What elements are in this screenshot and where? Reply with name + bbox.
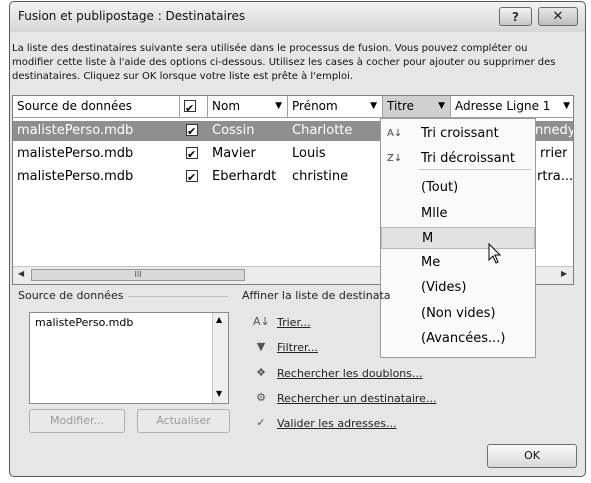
filter-icon: ▼ — [256, 340, 266, 353]
cell-source: malistePerso.mdb — [17, 169, 134, 184]
dialog-title: Fusion et publipostage : Destinataires — [18, 9, 246, 23]
select-all-checkbox[interactable] — [184, 98, 196, 119]
sort-link[interactable]: Trier... — [277, 316, 310, 329]
cell-prenom: Louis — [292, 146, 326, 161]
refresh-button[interactable]: Actualiser — [137, 409, 230, 433]
find-duplicates-link[interactable]: Rechercher les doublons... — [277, 367, 423, 380]
chevron-down-icon[interactable]: ▼ — [370, 96, 377, 117]
menu-item-filter[interactable]: (Tout) — [381, 177, 535, 199]
column-header-prenom[interactable]: Prénom ▼ — [288, 96, 383, 118]
help-button[interactable]: ? — [499, 7, 532, 26]
scroll-up-icon[interactable]: ▲ — [216, 315, 222, 324]
column-header-label: Nom — [212, 99, 241, 113]
validate-addresses-icon: ✓ — [256, 416, 266, 429]
menu-item-filter[interactable]: (Non vides) — [381, 303, 535, 325]
row-checkbox[interactable] — [186, 168, 198, 187]
menu-item-filter[interactable]: (Vides) — [381, 277, 535, 299]
column-header-nom[interactable]: Nom ▼ — [208, 96, 288, 118]
scroll-left-icon[interactable]: ◀ — [18, 269, 24, 278]
sort-ascending-icon: A↓ — [387, 128, 403, 139]
column-header-source[interactable]: Source de données — [13, 96, 180, 118]
cell-adresse: rrier — [540, 146, 568, 161]
filter-link[interactable]: Filtrer... — [277, 341, 318, 354]
row-checkbox[interactable] — [186, 145, 198, 164]
list-item[interactable]: malistePerso.mdb — [35, 316, 133, 329]
sort-icon: A↓ — [253, 315, 270, 328]
column-header-select-all[interactable] — [180, 96, 208, 119]
menu-item-filter[interactable]: Me — [381, 252, 535, 274]
sort-descending-icon: Z↓ — [387, 153, 403, 164]
menu-item-sort-desc[interactable]: Z↓ Tri décroissant — [381, 148, 535, 170]
column-header-label: Adresse Ligne 1 — [455, 99, 551, 113]
mouse-pointer-icon — [488, 243, 502, 264]
column-header-label: Prénom — [292, 99, 338, 113]
menu-item-filter[interactable]: (Avancées...) — [381, 328, 535, 350]
menu-item-filter[interactable]: Mlle — [381, 203, 535, 225]
column-header-adresse[interactable]: Adresse Ligne 1 ▼ — [451, 96, 573, 118]
menu-separator — [419, 169, 531, 170]
column-header-titre[interactable]: Titre ▼ — [383, 96, 451, 118]
titre-filter-menu: A↓ Tri croissant Z↓ Tri décroissant (Tou… — [380, 118, 536, 358]
cell-prenom: Charlotte — [292, 123, 353, 138]
chevron-down-icon[interactable]: ▼ — [438, 96, 445, 117]
edit-source-button[interactable]: Modifier... — [29, 409, 125, 433]
instructions-text: La liste des destinataires suivante sera… — [12, 43, 556, 82]
scroll-down-icon[interactable]: ▼ — [216, 389, 222, 398]
find-recipient-icon: ⚙ — [256, 391, 266, 404]
refine-group-label: Affiner la liste de destinata — [242, 289, 391, 302]
group-divider — [128, 296, 228, 297]
source-list[interactable]: malistePerso.mdb ▲ ▼ — [29, 312, 229, 404]
ok-button[interactable]: OK — [487, 444, 577, 468]
cell-prenom: christine — [292, 169, 349, 184]
cell-source: malistePerso.mdb — [17, 123, 134, 138]
cell-adresse: rtra... — [537, 169, 574, 184]
find-duplicates-icon: ❖ — [256, 366, 266, 379]
column-header-label: Source de données — [17, 99, 133, 113]
cell-source: malistePerso.mdb — [17, 146, 134, 161]
scroll-thumb[interactable]: III — [31, 269, 245, 281]
cell-nom: Cossin — [212, 123, 255, 138]
row-checkbox[interactable] — [186, 122, 198, 141]
menu-item-filter-highlighted[interactable]: M — [381, 227, 535, 249]
find-recipient-link[interactable]: Rechercher un destinataire... — [277, 392, 436, 405]
cell-nom: Mavier — [212, 146, 256, 161]
screen-edge — [0, 0, 9, 483]
scroll-right-icon[interactable]: ▶ — [561, 269, 567, 278]
title-bar: Fusion et publipostage : Destinataires ?… — [10, 2, 585, 32]
vertical-scrollbar[interactable]: ▲ ▼ — [212, 313, 228, 403]
validate-addresses-link[interactable]: Valider les adresses... — [277, 417, 397, 430]
close-button[interactable]: ✕ — [538, 7, 578, 26]
source-group-label: Source de données — [18, 289, 124, 302]
menu-item-sort-asc[interactable]: A↓ Tri croissant — [381, 123, 535, 145]
cell-nom: Eberhardt — [212, 169, 277, 184]
column-header-label: Titre — [387, 99, 415, 113]
cell-adresse: nnedy — [535, 123, 574, 138]
chevron-down-icon[interactable]: ▼ — [563, 96, 570, 117]
chevron-down-icon[interactable]: ▼ — [275, 96, 282, 117]
